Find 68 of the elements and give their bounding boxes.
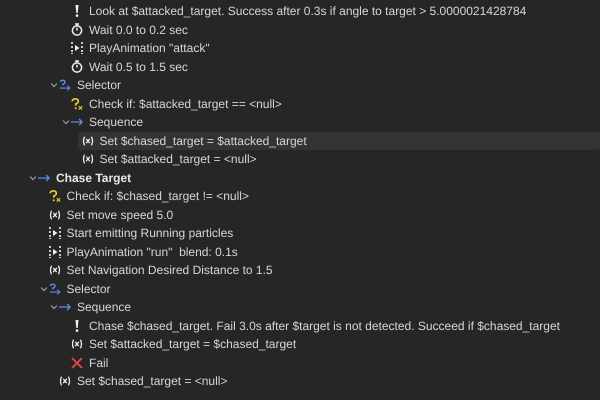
node-label: Selector — [77, 78, 122, 92]
node-label: Set move speed 5.0 — [66, 208, 174, 222]
chevron-icon[interactable] — [62, 119, 70, 126]
node-label: Chase Target — [56, 170, 132, 185]
tree-row[interactable]: Set $chased_target = <null> — [55, 372, 600, 390]
node-label: PlayAnimation "run" blend: 0.1s — [66, 244, 238, 259]
tree-row[interactable]: Sequence — [58, 113, 600, 132]
node-label: Check if: $chased_target != <null> — [66, 189, 249, 204]
tree-row[interactable]: Wait 0.0 to 0.2 sec — [67, 20, 600, 39]
dotted-play-icon — [71, 42, 83, 54]
node-label: PlayAnimation "attack" — [89, 41, 210, 56]
question-x-icon — [71, 96, 83, 111]
tree-row[interactable]: Fail — [67, 354, 600, 372]
tree-row[interactable]: PlayAnimation "attack" — [67, 39, 600, 58]
node-label: Sequence — [77, 300, 132, 314]
variable-icon — [59, 375, 71, 388]
tree-row[interactable]: Selector — [36, 280, 600, 298]
node-label: Fail — [89, 356, 108, 370]
dotted-play-icon — [48, 227, 60, 240]
chevron-icon[interactable] — [29, 174, 37, 181]
node-label: Wait 0.5 to 1.5 sec — [89, 60, 188, 74]
right-arrow-icon — [38, 174, 50, 182]
right-arrow-icon — [71, 118, 83, 126]
tree-row[interactable]: PlayAnimation "run" blend: 0.1s — [44, 242, 600, 261]
tree-row[interactable]: Chase $chased_target. Fail 3.0s after $target is not detected. Succeed if $chased_target — [67, 316, 600, 335]
chevron-icon[interactable] — [50, 82, 58, 88]
tree-row[interactable]: Chase Target — [25, 168, 600, 187]
exclamation-icon — [75, 5, 79, 18]
chevron-icon[interactable] — [50, 304, 58, 310]
node-label: Selector — [66, 282, 111, 296]
node-label: Chase $chased_target. Fail 3.0s after $target is not detected. Succeed if $chased_target — [89, 318, 560, 333]
node-label: Set $attacked_target = $chased_target — [89, 337, 296, 352]
tree-row[interactable]: Check if: $chased_target != <null> — [44, 187, 600, 206]
cross-icon — [71, 356, 83, 369]
question-arrow-icon — [48, 282, 60, 296]
node-label: Start emitting Running particles — [66, 226, 234, 240]
dotted-play-icon — [48, 246, 60, 258]
stopwatch-icon — [71, 23, 83, 36]
variable-icon — [48, 264, 60, 276]
tree-row[interactable]: Check if: $attacked_target == <null> — [67, 94, 600, 113]
right-arrow-icon — [59, 303, 71, 312]
stopwatch-icon — [71, 60, 83, 74]
tree-row[interactable]: Set move speed 5.0 — [44, 206, 600, 224]
node-label: Check if: $attacked_target == <null> — [89, 96, 282, 111]
selected-tree-row[interactable]: Set $chased_target = $attacked_target — [78, 132, 600, 150]
chevron-icon[interactable] — [40, 286, 48, 292]
variable-icon — [48, 208, 60, 221]
tree-row[interactable]: Start emitting Running particles — [44, 224, 600, 242]
tree-row[interactable]: Set $attacked_target = $chased_target — [67, 335, 600, 354]
variable-icon — [71, 338, 83, 350]
tree-row[interactable]: Wait 0.5 to 1.5 sec — [67, 58, 600, 76]
variable-icon — [82, 153, 94, 166]
node-label: Sequence — [89, 115, 144, 130]
tree-row[interactable]: Sequence — [46, 298, 600, 316]
node-label: Wait 0.0 to 0.2 sec — [89, 22, 188, 37]
exclamation-icon — [75, 320, 79, 332]
node-label: Set $chased_target = <null> — [77, 374, 228, 388]
node-label: Set Navigation Desired Distance to 1.5 — [66, 263, 273, 278]
node-label: Set $attacked_target = <null> — [100, 152, 257, 166]
question-arrow-icon — [59, 78, 71, 92]
tree-row[interactable]: Set Navigation Desired Distance to 1.5 — [44, 261, 600, 280]
tree-row[interactable]: Look at $attacked_target. Success after 0.3s if angle to target > 5.0000021428784 — [67, 2, 600, 20]
question-x-icon — [48, 189, 60, 204]
node-label: Look at $attacked_target. Success after 0.3s if angle to target > 5.0000021428784 — [89, 4, 526, 18]
node-label: Set $chased_target = $attacked_target — [100, 134, 307, 148]
variable-icon — [82, 134, 94, 147]
tree-row[interactable]: Selector — [46, 76, 600, 94]
tree-row[interactable]: Set $attacked_target = <null> — [78, 150, 600, 168]
